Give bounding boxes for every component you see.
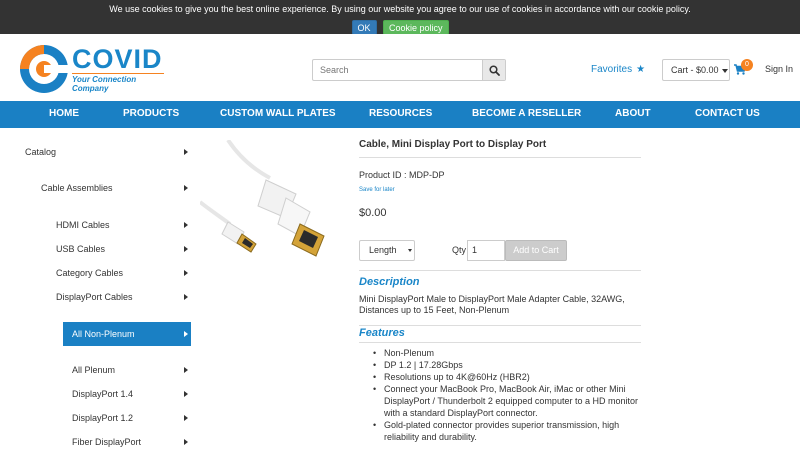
nav-about[interactable]: ABOUT [615,101,651,128]
divider [359,157,641,158]
quantity-input[interactable]: 1 [467,240,505,261]
sidebar-item-label: Cable Assemblies [41,183,113,193]
sidebar-item-hdmi-cables[interactable]: HDMI Cables [56,213,188,237]
logo-underline [72,73,164,74]
chevron-right-icon [184,149,188,155]
site-logo[interactable]: COVID Your Connection Company [18,42,168,96]
sidebar-item-label: DisplayPort Cables [56,292,133,302]
main-nav: HOME PRODUCTS CUSTOM WALL PLATES RESOURC… [0,101,800,128]
sidebar-item-label: DisplayPort 1.2 [72,413,134,423]
cart-dropdown[interactable]: Cart - $0.00 [662,59,730,81]
sidebar-item-catalog[interactable]: Catalog [25,140,188,164]
sidebar-item-displayport-1-2[interactable]: DisplayPort 1.2 [72,406,188,430]
sidebar-item-label: USB Cables [56,244,106,254]
sidebar-item-label: DisplayPort 1.4 [72,389,134,399]
search-button[interactable] [482,60,505,80]
product-price: $0.00 [359,207,387,219]
cookie-banner: We use cookies to give you the best onli… [0,0,800,35]
list-item: Resolutions up to 4K@60Hz (HBR2) [373,371,641,383]
list-item: DP 1.2 | 17.28Gbps [373,359,641,371]
nav-home[interactable]: HOME [49,101,79,128]
sidebar-item-usb-cables[interactable]: USB Cables [56,237,188,261]
sidebar-item-all-non-plenum[interactable]: All Non-Plenum [63,322,191,346]
favorites-label: Favorites [591,64,633,75]
cookie-ok-button[interactable]: OK [351,20,377,35]
favorites-link[interactable]: Favorites ★ [591,64,645,75]
chevron-right-icon [184,294,188,300]
chevron-down-icon [721,68,728,73]
nav-resources[interactable]: RESOURCES [369,101,432,128]
add-to-cart-button[interactable]: Add to Cart [505,240,567,261]
sidebar-item-fiber-displayport[interactable]: Fiber DisplayPort [72,430,188,454]
sidebar-item-label: Fiber DisplayPort [72,437,142,447]
nav-contact-us[interactable]: CONTACT US [695,101,760,128]
chevron-right-icon [184,391,188,397]
chevron-right-icon [184,331,188,337]
length-select[interactable]: Length [359,240,415,261]
chevron-right-icon [184,415,188,421]
sign-in-link[interactable]: Sign In [765,64,793,74]
sidebar-item-label: Catalog [25,147,57,157]
cookie-policy-button[interactable]: Cookie policy [382,20,449,35]
logo-mark-icon [20,45,70,93]
cart-count-badge: 0 [741,59,753,71]
product-image[interactable] [200,140,340,258]
divider [359,325,641,326]
qty-label: Qty [452,245,467,255]
sidebar-item-cable-assemblies[interactable]: Cable Assemblies [41,176,188,200]
sidebar-item-displayport-1-4[interactable]: DisplayPort 1.4 [72,382,188,406]
nav-custom-wall-plates[interactable]: CUSTOM WALL PLATES [220,101,336,128]
features-heading: Features [359,327,405,339]
search-box [312,59,506,81]
category-sidebar: Catalog Cable Assemblies HDMI Cables USB… [0,128,200,450]
nav-become-a-reseller[interactable]: BECOME A RESELLER [472,101,581,128]
length-select-label: Length [369,245,397,255]
chevron-right-icon [184,222,188,228]
nav-products[interactable]: PRODUCTS [123,101,179,128]
chevron-down-icon [408,249,412,252]
sidebar-item-all-plenum[interactable]: All Plenum [72,358,188,382]
search-icon [488,64,500,76]
site-header: COVID Your Connection Company Favorites★… [0,34,800,101]
sidebar-item-category-cables[interactable]: Category Cables [56,261,188,285]
sidebar-item-label: All Plenum [72,365,116,375]
product-description: Mini DisplayPort Male to DisplayPort Mal… [359,294,625,315]
description-heading: Description [359,276,420,288]
divider [359,342,641,343]
chevron-right-icon [184,439,188,445]
search-input[interactable] [313,60,483,80]
save-for-later-link[interactable]: Save for later [359,187,395,193]
chevron-right-icon [184,367,188,373]
sidebar-item-label: All Non-Plenum [72,329,135,339]
list-item: Non-Plenum [373,347,641,359]
sidebar-item-label: Category Cables [56,268,124,278]
product-id: Product ID : MDP-DP [359,170,445,180]
list-item: Gold-plated connector provides superior … [373,419,641,443]
divider [359,270,641,271]
logo-text: COVID [72,44,163,74]
cookie-message: We use cookies to give you the best onli… [109,4,691,14]
star-icon: ★ [636,64,646,75]
list-item: Connect your MacBook Pro, MacBook Air, i… [373,383,641,419]
logo-tagline: Your Connection Company [72,75,137,93]
chevron-right-icon [184,185,188,191]
features-list: Non-Plenum DP 1.2 | 17.28Gbps Resolution… [373,347,641,443]
chevron-right-icon [184,270,188,276]
cart-label: Cart - $0.00 [671,65,719,75]
sidebar-item-displayport-cables[interactable]: DisplayPort Cables [56,285,188,309]
product-title: Cable, Mini Display Port to Display Port [359,139,547,150]
sidebar-item-label: HDMI Cables [56,220,110,230]
chevron-right-icon [184,246,188,252]
